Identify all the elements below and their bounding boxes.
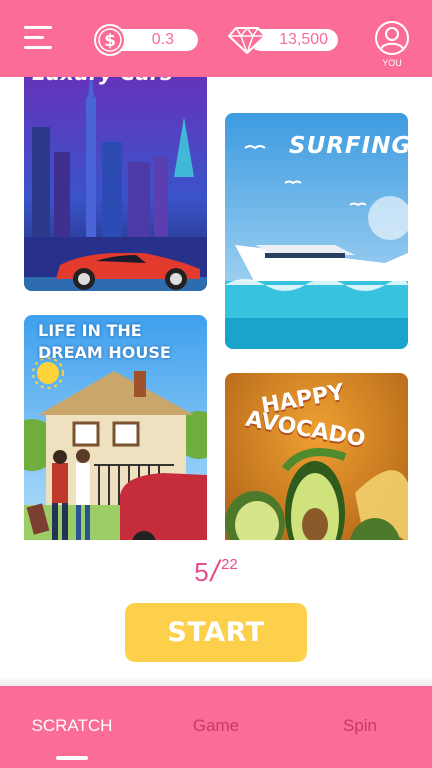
start-button[interactable]: START	[125, 603, 307, 662]
coin-balance-value: 0.3	[151, 31, 174, 48]
gem-balance-value: 13,500	[279, 31, 328, 48]
coin-icon: $	[94, 24, 126, 56]
user-icon	[375, 21, 409, 55]
tab-game[interactable]: Game	[176, 716, 256, 736]
card-luxury-cars[interactable]: Luxury Cars	[24, 77, 207, 291]
card-surfing[interactable]: SURFING	[225, 113, 408, 349]
tab-scratch[interactable]: SCRATCH	[22, 716, 122, 736]
card-title-line1: LIFE IN THE	[38, 321, 142, 340]
bottom-nav: SCRATCH Game Spin	[0, 686, 432, 768]
profile-button[interactable]: YOU	[374, 20, 410, 72]
card-title: SURFING	[289, 133, 408, 159]
card-title: Luxury Cars	[32, 77, 173, 85]
divider-shadow	[0, 676, 432, 686]
card-title-line2: DREAM HOUSE	[38, 343, 171, 362]
pager-separator: /	[210, 555, 220, 588]
menu-icon[interactable]	[24, 26, 52, 50]
card-happy-avocado[interactable]: HAPPY AVOCADO	[225, 373, 408, 540]
pager-current: 5	[194, 557, 209, 587]
card-dream-house[interactable]: LIFE IN THE DREAM HOUSE	[24, 315, 207, 540]
active-tab-indicator	[56, 756, 88, 760]
profile-label: YOU	[382, 58, 402, 68]
pager-total: 22	[221, 556, 238, 573]
diamond-icon	[228, 26, 266, 54]
svg-text:$: $	[104, 31, 116, 51]
pager: 5/22	[0, 555, 432, 589]
card-grid: Luxury Cars SURFING	[0, 77, 432, 540]
top-bar: 0.3 $ 13,500 YOU	[0, 0, 432, 77]
tab-spin[interactable]: Spin	[320, 716, 400, 736]
